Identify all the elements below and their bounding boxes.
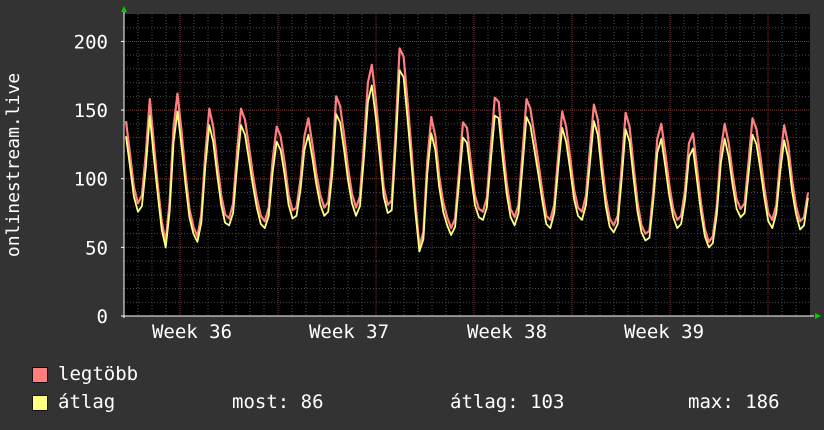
stat-current: most: 86 — [232, 391, 324, 413]
x-tick-label: Week 37 — [309, 321, 389, 343]
stat-max: max: 186 — [688, 391, 780, 413]
legend-row-average: átlag most: 86 átlag: 103 max: 186 — [32, 391, 812, 413]
x-tick-label: Week 36 — [152, 321, 232, 343]
y-tick-label: 100 — [74, 169, 108, 191]
legend-label-max: legtöbb — [58, 363, 139, 385]
legend-swatch-average — [32, 395, 48, 411]
y-axis-arrow — [121, 6, 127, 12]
y-axis-label: onlinestream.live — [3, 73, 24, 257]
stat-average: átlag: 103 — [450, 391, 565, 413]
y-tick-label: 50 — [85, 237, 108, 259]
y-tick-label: 0 — [97, 306, 108, 328]
x-tick-labels: Week 36 Week 37 Week 38 Week 39 — [152, 321, 704, 343]
x-axis-arrow — [815, 313, 821, 319]
legend-swatch-max — [32, 367, 48, 383]
x-tick-label: Week 38 — [467, 321, 547, 343]
y-tick-label: 150 — [74, 100, 108, 122]
y-tick-label: 200 — [74, 31, 108, 53]
legend-label-average: átlag — [58, 391, 116, 413]
y-tick-labels: 0 50 100 150 200 — [74, 31, 108, 328]
x-tick-label: Week 39 — [624, 321, 704, 343]
